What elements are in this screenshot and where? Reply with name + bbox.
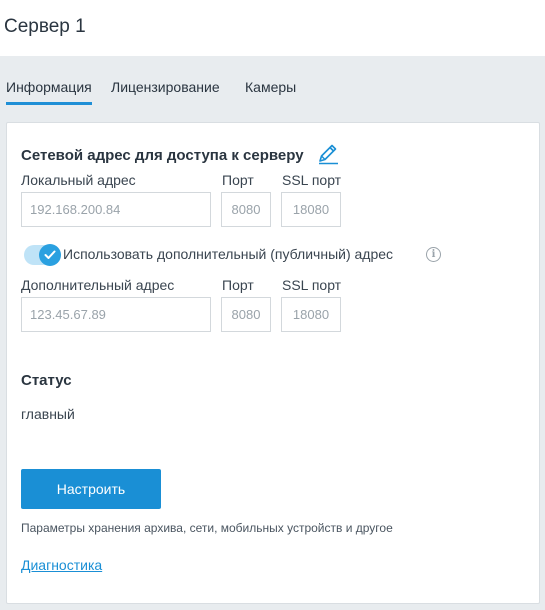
title-bar: Сервер 1 xyxy=(0,0,545,56)
public-address-toggle-label: Использовать дополнительный (публичный) … xyxy=(63,246,394,262)
window-title: Сервер 1 xyxy=(4,16,86,37)
tab-information[interactable]: Информация xyxy=(6,79,92,105)
configure-button[interactable]: Настроить xyxy=(21,469,161,509)
local-ssl-port-label: SSL порт xyxy=(282,172,342,188)
local-port-input[interactable]: 8080 xyxy=(221,192,271,227)
server-info-panel: Сетевой адрес для доступа к серверу Лока… xyxy=(6,122,540,604)
tab-bar: Информация Лицензирование Камеры xyxy=(0,74,545,108)
local-port-label: Порт xyxy=(222,172,254,188)
local-address-label: Локальный адрес xyxy=(21,172,136,188)
public-ssl-port-label: SSL порт xyxy=(282,277,342,293)
public-port-label: Порт xyxy=(222,277,254,293)
pencil-icon[interactable] xyxy=(316,143,340,170)
local-address-input[interactable]: 192.168.200.84 xyxy=(21,192,211,227)
local-ssl-port-input[interactable]: 18080 xyxy=(281,192,341,227)
status-value: главный xyxy=(21,406,75,422)
public-ssl-port-input[interactable]: 18080 xyxy=(281,297,341,332)
public-port-input[interactable]: 8080 xyxy=(221,297,271,332)
diagnostics-link[interactable]: Диагностика xyxy=(21,557,102,573)
public-address-toggle[interactable] xyxy=(24,244,61,266)
status-title: Статус xyxy=(21,372,72,389)
public-address-label: Дополнительный адрес xyxy=(21,277,175,293)
toggle-knob xyxy=(39,244,61,266)
checkmark-icon xyxy=(44,250,56,259)
configure-hint: Параметры хранения архива, сети, мобильн… xyxy=(21,521,393,535)
tab-cameras[interactable]: Камеры xyxy=(245,79,296,102)
info-icon[interactable]: i xyxy=(426,247,441,262)
tab-licensing[interactable]: Лицензирование xyxy=(111,79,220,102)
public-address-input[interactable]: 123.45.67.89 xyxy=(21,297,211,332)
network-section-title: Сетевой адрес для доступа к серверу xyxy=(21,147,304,164)
